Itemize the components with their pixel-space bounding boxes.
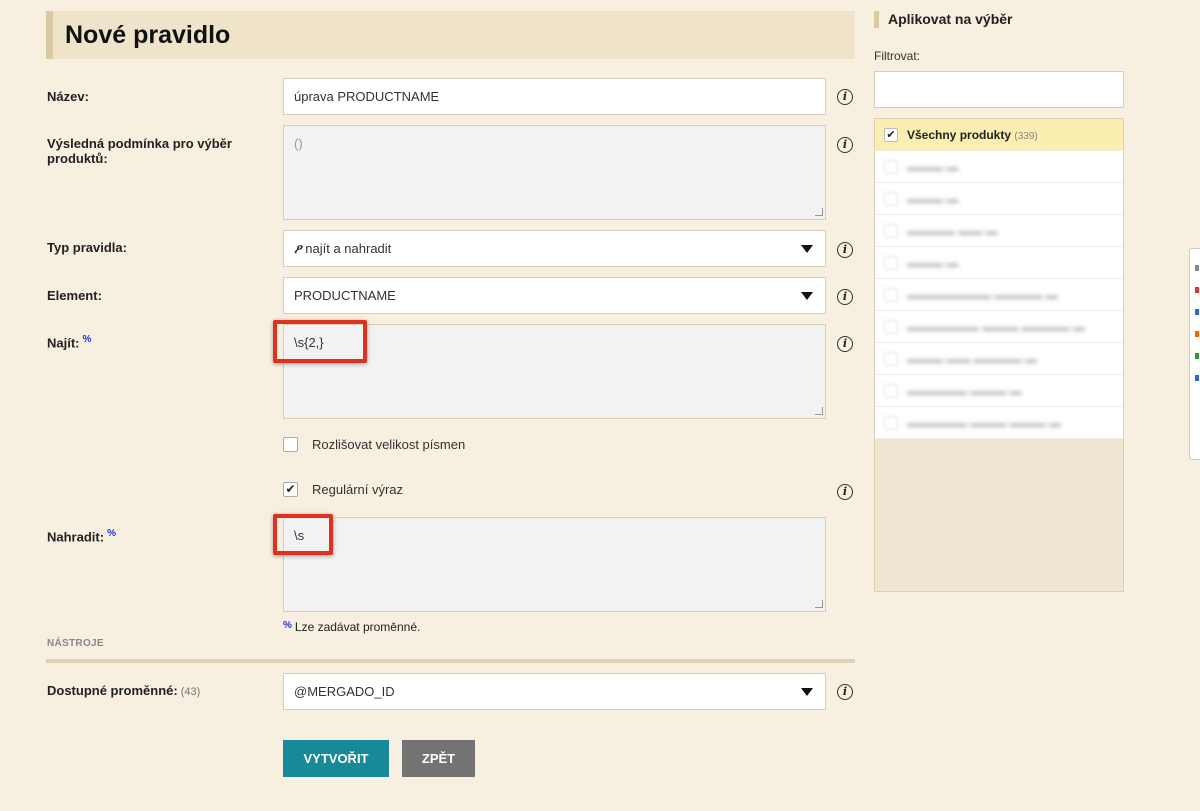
selection-list: ✔ Všechny produkty (339) ▬▬▬ ▬ ▬▬▬ ▬ ▬▬▬… [874, 118, 1124, 592]
case-sensitive-label: Rozlišovat velikost písmen [312, 437, 466, 452]
regex-label: Regulární výraz [312, 482, 404, 497]
variables-hint: % Lze zadávat proměnné. [283, 620, 420, 634]
find-replace-icon: ዖ [294, 242, 302, 257]
find-resize-handle[interactable] [815, 407, 823, 415]
name-input[interactable]: úprava PRODUCTNAME [283, 78, 826, 115]
section-divider [46, 659, 855, 663]
list-item[interactable]: ▬▬▬▬▬ ▬▬▬ ▬▬▬ ▬ [875, 407, 1123, 439]
variables-value: @MERGADO_ID [294, 684, 395, 699]
name-info-icon[interactable]: i [837, 89, 853, 105]
replace-textarea[interactable]: \s [283, 517, 826, 612]
apply-to-selection-title: Aplikovat na výběr [874, 11, 1013, 28]
variables-count: (43) [180, 686, 201, 698]
all-products-checkbox[interactable]: ✔ [884, 128, 898, 142]
regex-checkbox[interactable]: ✔ [283, 482, 298, 497]
page-title: Nové pravidlo [65, 21, 231, 49]
variables-marker: % [107, 528, 116, 539]
all-products-text: Všechny produkty [907, 128, 1012, 142]
chevron-down-icon [801, 292, 813, 300]
replace-highlight-box [273, 514, 333, 555]
variables-label-text: Dostupné proměnné: [47, 683, 178, 698]
rule-type-value: najít a nahradit [305, 241, 392, 256]
tools-section-title: NÁSTROJE [47, 638, 104, 649]
all-products-label: Všechny produkty (339) [907, 128, 1038, 144]
condition-label: Výsledná podmínka pro výběr produktů: [47, 136, 232, 166]
condition-info-icon[interactable]: i [837, 137, 853, 153]
element-label: Element: [47, 288, 102, 303]
list-item[interactable]: ▬▬▬ ▬▬ ▬▬▬▬ ▬ [875, 343, 1123, 375]
list-item[interactable]: ▬▬▬▬▬▬▬ ▬▬▬▬ ▬ [875, 279, 1123, 311]
variables-select[interactable]: @MERGADO_ID [283, 673, 826, 710]
element-value: PRODUCTNAME [294, 288, 396, 303]
create-button[interactable]: VYTVOŘIT [283, 740, 389, 777]
condition-resize-handle[interactable] [815, 208, 823, 216]
variables-label: Dostupné proměnné: (43) [47, 683, 200, 700]
back-button[interactable]: ZPĚT [402, 740, 475, 777]
find-label: Najít:% [47, 332, 91, 350]
find-highlight-box [273, 320, 367, 363]
case-sensitive-checkbox[interactable] [283, 437, 298, 452]
variables-info-icon[interactable]: i [837, 684, 853, 700]
rule-type-label: Typ pravidla: [47, 240, 127, 255]
filter-input[interactable] [874, 71, 1124, 108]
replace-label: Nahradit:% [47, 526, 116, 544]
variables-hint-text: Lze zadávat proměnné. [294, 620, 421, 634]
name-label: Název: [47, 89, 89, 104]
chevron-down-icon [801, 688, 813, 696]
list-item[interactable]: ▬▬▬▬▬▬ ▬▬▬ ▬▬▬▬ ▬ [875, 311, 1123, 343]
list-item-all-products[interactable]: ✔ Všechny produkty (339) [875, 119, 1123, 151]
rule-type-info-icon[interactable]: i [837, 242, 853, 258]
list-item[interactable]: ▬▬▬ ▬ [875, 183, 1123, 215]
element-select[interactable]: PRODUCTNAME [283, 277, 826, 314]
list-item[interactable]: ▬▬▬▬ ▬▬ ▬ [875, 215, 1123, 247]
find-info-icon[interactable]: i [837, 336, 853, 352]
condition-textarea[interactable]: () [283, 125, 826, 220]
list-item[interactable]: ▬▬▬▬▬ ▬▬▬ ▬ [875, 375, 1123, 407]
variables-marker: % [283, 620, 292, 631]
replace-resize-handle[interactable] [815, 600, 823, 608]
filter-label: Filtrovat: [874, 49, 921, 63]
page-title-bar: Nové pravidlo [46, 11, 855, 59]
regex-info-icon[interactable]: i [837, 484, 853, 500]
replace-label-text: Nahradit: [47, 529, 105, 545]
list-item[interactable]: ▬▬▬ ▬ [875, 247, 1123, 279]
chevron-down-icon [801, 245, 813, 253]
find-label-text: Najít: [47, 335, 80, 351]
all-products-count: (339) [1014, 131, 1038, 142]
browser-extension-edge[interactable] [1189, 248, 1200, 460]
variables-marker: % [82, 334, 92, 345]
rule-type-select[interactable]: ዖ najít a nahradit [283, 230, 826, 267]
element-info-icon[interactable]: i [837, 289, 853, 305]
list-item[interactable]: ▬▬▬ ▬ [875, 151, 1123, 183]
